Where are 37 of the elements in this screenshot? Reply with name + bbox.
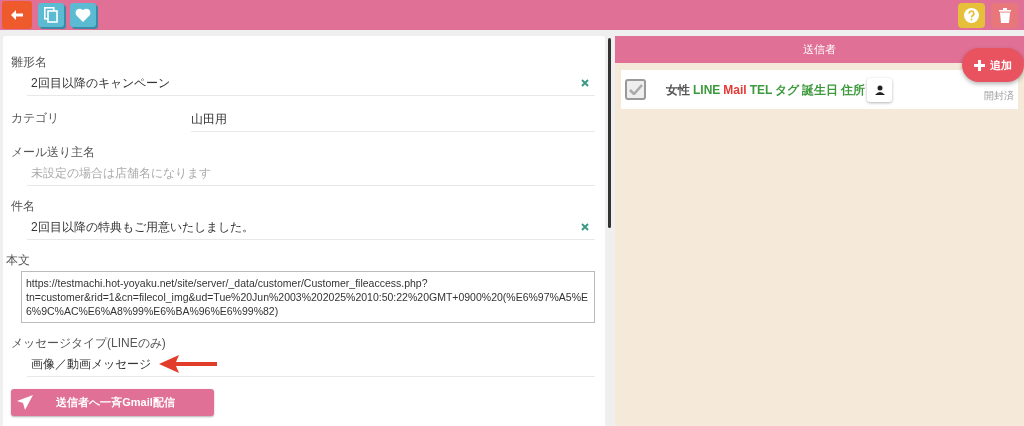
clear-icon[interactable] (581, 78, 589, 87)
text-field[interactable]: 2回目以降のキャンペーン (27, 70, 595, 96)
tag-label: LINE (693, 81, 721, 99)
sender-row[interactable]: 女性 LINE Mail TEL タグ 誕生日 住所 開封済 (621, 70, 1018, 109)
field-label: メール送り主名 (11, 144, 96, 160)
person-icon (874, 84, 885, 95)
field-label: メッセージタイプ(LINEのみ) (11, 335, 167, 351)
plus-icon (974, 59, 985, 71)
status-label: 開封済 (984, 89, 1014, 103)
checkbox[interactable] (625, 79, 646, 100)
field-label: カテゴリ (11, 110, 60, 127)
toolbar-button[interactable] (991, 2, 1018, 28)
tag-label: 住所 (841, 81, 866, 99)
toolbar-button[interactable] (70, 3, 96, 27)
paper-plane-icon (17, 395, 33, 410)
tag-label: TEL (749, 81, 773, 99)
heart-icon (75, 8, 91, 22)
trash-icon (998, 7, 1011, 23)
toolbar-button[interactable] (958, 2, 985, 28)
check-icon (628, 84, 643, 95)
field-label: 本文 (6, 252, 31, 268)
tag-label: タグ (775, 81, 800, 99)
field-label: 件名 (11, 198, 36, 214)
field-label: 雛形名 (11, 54, 48, 70)
toolbar-button[interactable] (38, 3, 64, 27)
copy-icon (44, 7, 58, 23)
help-icon (964, 7, 979, 23)
toolbar-button[interactable] (2, 1, 32, 29)
text-field[interactable]: 山田用 (191, 108, 595, 132)
profile-button[interactable] (867, 77, 893, 102)
tag-label: Mail (723, 81, 747, 99)
text-area[interactable]: https://testmachi.hot-yoyaku.net/site/server/_data/customer/Customer_fileaccess.php?tn=customer&rid=1&cn=filecol_img&ud=Tue%20Jun%2003%202025%2010:50:22%20GMT+0900%20(%E6%97%A5%E6%9C%AC%E6%A8%99%E6%BA%96%E6%99%82) (21, 271, 595, 323)
tag-label: 女性 (666, 81, 690, 99)
back-arrow-icon (11, 10, 23, 20)
clear-icon[interactable] (581, 222, 589, 231)
text-field[interactable]: 2回目以降の特典もご用意いたしました。 (27, 214, 595, 240)
tag-label: 誕生日 (802, 81, 839, 99)
